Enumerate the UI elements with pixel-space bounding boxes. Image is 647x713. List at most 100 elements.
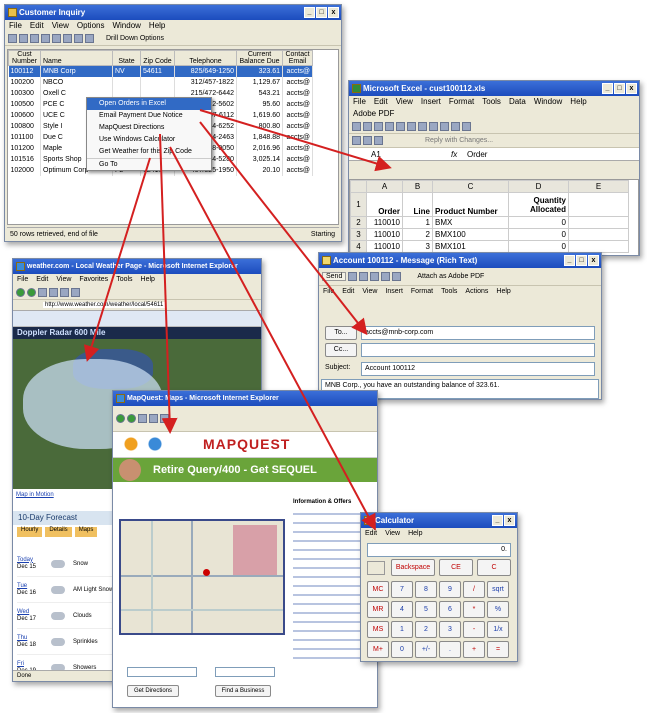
start-address-input[interactable]: [127, 667, 197, 677]
menu-window[interactable]: Window: [112, 21, 140, 30]
menu-mapquest-directions[interactable]: MapQuest Directions: [87, 122, 211, 134]
table-cell[interactable]: 100300: [8, 87, 41, 99]
attach-icon[interactable]: [392, 272, 402, 281]
calc-key[interactable]: -: [463, 621, 485, 638]
table-cell[interactable]: 1,619.60: [236, 109, 283, 121]
paste-icon[interactable]: [418, 122, 427, 131]
business-search-input[interactable]: [215, 667, 275, 677]
menu-view[interactable]: View: [52, 21, 69, 30]
cell-e1[interactable]: [568, 192, 629, 217]
maximize-button[interactable]: □: [316, 7, 327, 18]
col-e-header[interactable]: E: [568, 180, 629, 193]
print-icon[interactable]: [385, 122, 394, 131]
save-icon[interactable]: [8, 34, 17, 43]
ie-menu-help[interactable]: Help: [141, 276, 155, 283]
weather-titlebar[interactable]: weather.com - Local Weather Page - Micro…: [13, 259, 261, 274]
sheet-cell[interactable]: [568, 240, 629, 253]
excel-menu-edit[interactable]: Edit: [374, 97, 388, 106]
calc-key[interactable]: .: [439, 641, 461, 658]
table-cell[interactable]: 312/457-1822: [174, 76, 237, 88]
col-telephone[interactable]: Telephone: [174, 50, 237, 66]
calc-key[interactable]: 0: [391, 641, 413, 658]
msg-menu-actions[interactable]: Actions: [465, 288, 488, 295]
search-icon[interactable]: [71, 288, 80, 297]
table-cell[interactable]: 54611: [140, 65, 175, 77]
excel-menu-tools[interactable]: Tools: [482, 97, 501, 106]
mapquest-titlebar[interactable]: MapQuest: Maps - Microsoft Internet Expl…: [113, 391, 377, 406]
table-cell[interactable]: 100112: [8, 65, 41, 77]
calc-menu-edit[interactable]: Edit: [365, 530, 377, 537]
excel-menu-file[interactable]: File: [353, 97, 366, 106]
calc-key[interactable]: 4: [391, 601, 413, 618]
table-cell[interactable]: 100500: [8, 98, 41, 110]
forward-icon[interactable]: [127, 414, 136, 423]
day-name[interactable]: Fri: [17, 661, 24, 667]
new-icon[interactable]: [352, 122, 361, 131]
calc-key[interactable]: MS: [367, 621, 389, 638]
review-icon[interactable]: [352, 136, 361, 145]
calc-key[interactable]: /: [463, 581, 485, 598]
table-cell[interactable]: [112, 76, 141, 88]
stop-icon[interactable]: [38, 288, 47, 297]
print-icon[interactable]: [19, 34, 28, 43]
msg-menu-file[interactable]: File: [323, 288, 334, 295]
day-name[interactable]: Thu: [17, 635, 27, 641]
excel-minimize-button[interactable]: _: [602, 83, 613, 94]
to-field[interactable]: accts@mnb-corp.com: [361, 326, 595, 340]
cell-a1[interactable]: Order: [366, 192, 403, 217]
table-cell[interactable]: 95.60: [236, 98, 283, 110]
ad-banner[interactable]: Retire Query/400 - Get SEQUEL: [113, 458, 377, 482]
paste-icon[interactable]: [381, 272, 391, 281]
table-cell[interactable]: NV: [112, 65, 141, 77]
menu-open-orders-excel[interactable]: Open Orders in Excel: [87, 98, 211, 110]
col-name[interactable]: Name: [40, 50, 113, 66]
reply-with-changes[interactable]: Reply with Changes...: [425, 137, 493, 144]
calc-minimize-button[interactable]: _: [492, 515, 503, 526]
sheet-cell[interactable]: BMX101: [432, 240, 509, 253]
ie-menu-file[interactable]: File: [17, 276, 28, 283]
col-zip[interactable]: Zip Code: [140, 50, 175, 66]
back-icon[interactable]: [116, 414, 125, 423]
sheet-cell[interactable]: 0: [508, 240, 569, 253]
excel-maximize-button[interactable]: □: [614, 83, 625, 94]
sheet-cell[interactable]: 1: [402, 216, 433, 229]
stop-icon[interactable]: [138, 414, 147, 423]
calc-key[interactable]: 6: [439, 601, 461, 618]
col-balance[interactable]: Current Balance Due: [236, 50, 283, 66]
col-d-header[interactable]: D: [508, 180, 569, 193]
address-input[interactable]: http://www.weather.com/weather/local/546…: [43, 302, 166, 308]
copy-icon[interactable]: [407, 122, 416, 131]
cell-c1[interactable]: Product Number: [432, 192, 509, 217]
msg-menu-tools[interactable]: Tools: [441, 288, 457, 295]
close-button[interactable]: x: [328, 7, 339, 18]
ce-button[interactable]: CE: [439, 559, 473, 576]
attach-pdf-button[interactable]: Attach as Adobe PDF: [417, 273, 484, 280]
calc-titlebar[interactable]: Calculator _ x: [361, 513, 517, 528]
home-icon[interactable]: [160, 414, 169, 423]
sheet-cell[interactable]: 110010: [366, 228, 403, 241]
row-header[interactable]: 4: [350, 240, 367, 253]
sheet-cell[interactable]: 110010: [366, 216, 403, 229]
excel-menu-help[interactable]: Help: [570, 97, 586, 106]
table-row[interactable]: 100200 NBCO 312/457-1822 1,129.67 accts@: [8, 76, 313, 88]
sum-icon[interactable]: [440, 122, 449, 131]
excel-close-button[interactable]: x: [626, 83, 637, 94]
table-cell[interactable]: 100600: [8, 109, 41, 121]
sort-icon[interactable]: [52, 34, 61, 43]
cell-d1[interactable]: Quantity Allocated: [508, 192, 569, 217]
table-cell[interactable]: 2,016.96: [236, 142, 283, 154]
menu-get-weather[interactable]: Get Weather for this Zip Code: [87, 146, 211, 158]
cc-button[interactable]: Cc...: [325, 343, 357, 357]
col-c-header[interactable]: C: [432, 180, 509, 193]
table-cell[interactable]: 101516: [8, 153, 41, 165]
day-name[interactable]: Wed: [17, 609, 29, 615]
mq-nav-icons[interactable]: [123, 437, 183, 451]
excel-menu-window[interactable]: Window: [534, 97, 562, 106]
open-icon[interactable]: [363, 122, 372, 131]
table-cell[interactable]: 800.80: [236, 120, 283, 132]
forward-icon[interactable]: [27, 288, 36, 297]
excel-menu-view[interactable]: View: [396, 97, 413, 106]
msg-menu-edit[interactable]: Edit: [342, 288, 354, 295]
table-row[interactable]: 100112 MNB Corp NV 54611 825/649-1250 323.61 a…: [8, 65, 313, 77]
table-cell[interactable]: MNB Corp: [40, 65, 113, 77]
